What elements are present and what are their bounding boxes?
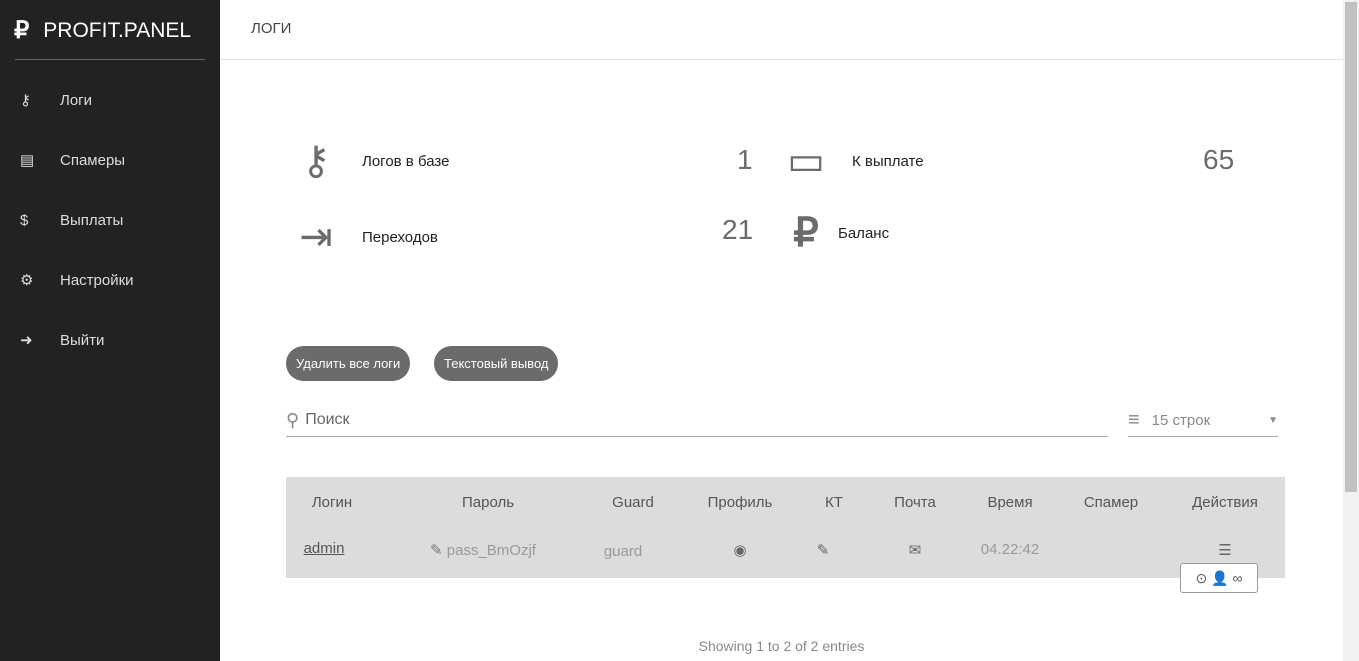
stat-logs: ⚷ Логов в базе bbox=[286, 138, 482, 184]
logs-table: Логин Пароль Guard Профиль КТ Почта Врем… bbox=[286, 477, 1285, 578]
gear-icon: ⚙ bbox=[20, 272, 34, 289]
column-header[interactable]: КТ bbox=[825, 494, 843, 511]
column-header[interactable]: Действия bbox=[1192, 494, 1258, 511]
envelope-icon[interactable]: ✉ bbox=[909, 541, 922, 559]
text-output-button[interactable]: Текстовый вывод bbox=[434, 346, 559, 381]
delete-all-logs-button[interactable]: Удалить все логи bbox=[286, 346, 411, 381]
steam-icon[interactable]: ◉ bbox=[733, 541, 746, 559]
search-input[interactable]: Поиск bbox=[305, 411, 349, 429]
sidebar-item-payouts[interactable]: $ Выплаты bbox=[0, 190, 220, 250]
sign-out-icon: ➜ bbox=[20, 332, 33, 349]
column-header[interactable]: Время bbox=[987, 494, 1032, 511]
stat-payout-value: 65 bbox=[1203, 144, 1235, 175]
brand[interactable]: ₽ PROFIT.PANEL bbox=[14, 16, 191, 45]
stat-payout: ▭ К выплате bbox=[776, 138, 972, 184]
sidebar-item-label: Выйти bbox=[60, 331, 105, 349]
column-header[interactable]: Логин bbox=[312, 494, 352, 511]
column-header[interactable]: Спамер bbox=[1084, 494, 1138, 511]
key-icon: ⚷ bbox=[20, 92, 31, 109]
sidebar-item-logs[interactable]: ⚷ Логи bbox=[0, 70, 220, 130]
sidebar-item-label: Настройки bbox=[60, 271, 134, 289]
sidebar-item-label: Выплаты bbox=[60, 211, 124, 229]
column-header[interactable]: Почта bbox=[894, 494, 936, 511]
time-cell: 04.22:42 bbox=[980, 541, 1040, 558]
stat-label: Логов в базе bbox=[362, 152, 450, 170]
stat-label: Баланс bbox=[838, 224, 890, 242]
list-icon: ≡ bbox=[1128, 408, 1140, 431]
rows-value: 15 строк bbox=[1151, 411, 1211, 429]
stat-label: К выплате bbox=[852, 152, 924, 170]
table-info: Showing 1 to 2 of 2 entries bbox=[698, 638, 865, 654]
ruble-icon: ₽ bbox=[793, 211, 819, 255]
key-icon: ⚷ bbox=[301, 139, 331, 183]
stat-label: Переходов bbox=[362, 228, 438, 246]
sidebar-item-label: Спамеры bbox=[60, 151, 126, 169]
guard-cell: guard bbox=[603, 543, 643, 560]
actions-popup: ⊙ 👤 ∞ bbox=[1180, 563, 1258, 593]
column-header[interactable]: Пароль bbox=[462, 494, 514, 511]
stat-balance: ₽ Баланс bbox=[776, 210, 958, 256]
search-field[interactable]: ⚲ Поиск bbox=[286, 404, 1108, 437]
password-cell[interactable]: ✎ pass_BmOzjf bbox=[430, 541, 536, 559]
chevron-down-icon: ▼ bbox=[1268, 414, 1278, 426]
toggle-icon[interactable]: ⊙ bbox=[1196, 570, 1208, 586]
credit-card-icon: ▭ bbox=[787, 139, 825, 183]
brand-name: PROFIT.PANEL bbox=[43, 18, 192, 42]
rows-per-page-select[interactable]: ≡ 15 строк ▼ bbox=[1128, 404, 1278, 437]
link-icon[interactable]: ∞ bbox=[1232, 570, 1242, 586]
search-icon: ⚲ bbox=[286, 409, 300, 430]
stat-clicks: ⇥ Переходов bbox=[286, 214, 482, 260]
column-header[interactable]: Профиль bbox=[708, 494, 773, 511]
sidebar: ₽ PROFIT.PANEL ⚷ Логи ▤ Спамеры $ Выплаты ⚙ Н… bbox=[0, 0, 220, 661]
user-remove-icon[interactable]: 👤 bbox=[1211, 570, 1228, 586]
id-card-icon: ▤ bbox=[20, 152, 35, 169]
sidebar-item-logout[interactable]: ➜ Выйти bbox=[0, 310, 220, 370]
scrollbar-thumb[interactable] bbox=[1345, 2, 1357, 492]
hand-dollar-icon: $ bbox=[20, 211, 29, 229]
password-value: pass_BmOzjf bbox=[446, 542, 536, 559]
column-header[interactable]: Guard bbox=[612, 494, 654, 511]
ruble-icon: ₽ bbox=[14, 17, 30, 44]
stat-logs-value: 1 bbox=[737, 144, 753, 175]
pencil-icon: ✎ bbox=[430, 542, 443, 559]
login-link[interactable]: admin bbox=[304, 540, 345, 557]
scrollbar[interactable] bbox=[1343, 0, 1359, 661]
sidebar-item-label: Логи bbox=[60, 91, 93, 109]
divider bbox=[15, 59, 205, 60]
page-title: ЛОГИ bbox=[220, 0, 1343, 60]
sliders-icon[interactable]: ☰ bbox=[1218, 541, 1231, 559]
sidebar-item-settings[interactable]: ⚙ Настройки bbox=[0, 250, 220, 310]
main: ЛОГИ ⚷ Логов в базе 1 ▭ К выплате 65 ⇥ П… bbox=[220, 0, 1343, 661]
sign-in-icon: ⇥ bbox=[299, 215, 333, 259]
pencil-icon[interactable]: ✎ bbox=[817, 541, 830, 559]
stat-clicks-value: 21 bbox=[722, 214, 754, 245]
sidebar-item-spammers[interactable]: ▤ Спамеры bbox=[0, 130, 220, 190]
